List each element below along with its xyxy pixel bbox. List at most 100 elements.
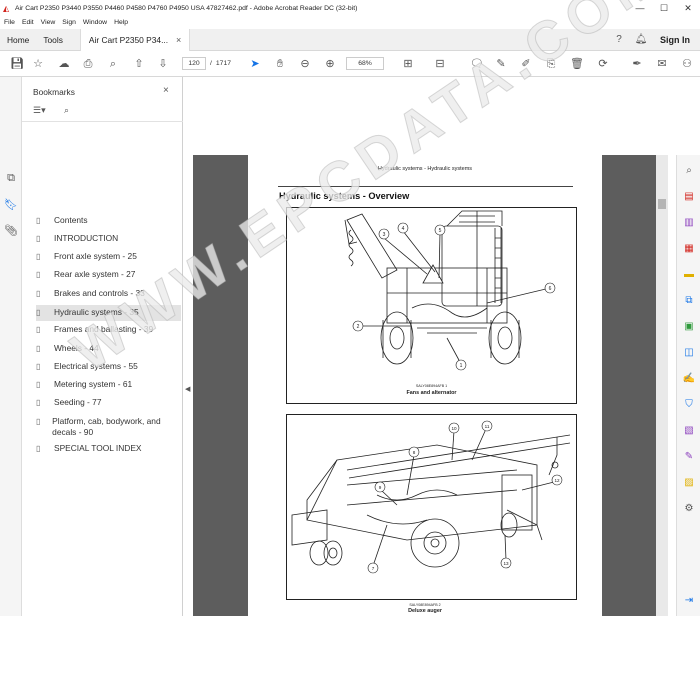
scan-ocr-icon[interactable]: ◫ (682, 347, 696, 358)
bookmark-item[interactable]: ▯ Metering system - 61 (36, 379, 181, 390)
page-number-input[interactable]: 120 (182, 57, 206, 70)
send-for-comments-icon[interactable]: ▨ (682, 477, 696, 488)
bookmark-icon: ▯ (36, 308, 41, 317)
page-running-header: Hydraulic systems - Hydraulic systems (377, 166, 473, 172)
menu-help[interactable]: Help (114, 19, 128, 26)
create-pdf-icon[interactable]: ▥ (682, 217, 696, 228)
select-cursor-icon[interactable]: ➤ (247, 56, 263, 72)
bookmark-item[interactable]: ▯ Wheels - 44 (36, 343, 181, 354)
bookmark-icon: ▯ (36, 444, 41, 453)
figure-fans-alternator: 3 4 5 6 2 1 SALY08E894AFB 1 Fans and alt… (286, 207, 577, 404)
edit-pdf-icon[interactable]: ▦ (682, 243, 696, 254)
rotate-icon[interactable]: ⟳ (595, 56, 611, 72)
menu-window[interactable]: Window (83, 19, 107, 26)
scroll-mode-icon[interactable]: ⊟ (432, 56, 448, 72)
export-pdf-icon[interactable]: ▤ (682, 191, 696, 202)
bookmark-options-icon[interactable]: ☰▾ (33, 105, 46, 116)
bookmark-item[interactable]: ▯ Electrical systems - 55 (36, 361, 181, 372)
highlight-pen-icon[interactable]: ✎ (493, 56, 509, 72)
bookmark-icon: ▯ (36, 380, 41, 389)
find-bookmark-icon[interactable]: ⌕ (64, 105, 69, 116)
tab-close-icon[interactable]: × (176, 29, 181, 51)
bookmarks-close-icon[interactable]: × (163, 85, 169, 96)
bookmark-item[interactable]: ▯ INTRODUCTION (36, 233, 181, 244)
hand-tool-icon[interactable]: ✋︎ (272, 56, 288, 72)
menu-sign[interactable]: Sign (62, 19, 76, 26)
maximize-button[interactable]: ☐ (652, 3, 676, 14)
left-navigation-rail: ⧉ 🔖︎ 📎︎ (0, 77, 22, 616)
organize-pages-icon[interactable]: ▣ (682, 321, 696, 332)
stamp-icon[interactable]: ⎘ (543, 56, 559, 72)
collapse-panel-arrow-icon[interactable]: ◀ (185, 385, 190, 393)
scrollbar-thumb[interactable] (658, 199, 666, 209)
bookmarks-panel-icon[interactable]: 🔖︎ (4, 198, 18, 211)
search-icon[interactable]: ⌕ (682, 165, 696, 176)
deluxe-auger-illustration: 10 11 8 9 12 13 7 (291, 420, 571, 574)
prepare-form-icon[interactable]: ▧ (682, 425, 696, 436)
comment-tool-icon[interactable]: ▬ (682, 269, 696, 280)
bookmark-item[interactable]: ▯ Frames and ballasting - 39 (36, 324, 181, 335)
bookmark-icon: ▯ (36, 344, 41, 353)
bookmark-item[interactable]: ▯ SPECIAL TOOL INDEX (36, 443, 181, 454)
page-down-icon[interactable]: ⇩ (155, 56, 171, 72)
callout-11: 11 (485, 424, 490, 429)
combine-files-icon[interactable]: ⧉ (682, 295, 696, 306)
zoom-level-select[interactable]: 68% (346, 57, 384, 70)
bookmark-star-icon[interactable]: ☆ (30, 56, 46, 72)
bookmark-label: Hydraulic systems - 35 (54, 307, 139, 317)
more-tools-icon[interactable]: ⚙ (682, 503, 696, 514)
notifications-bell-icon[interactable]: 🔔︎ (630, 34, 652, 45)
fit-page-icon[interactable]: ⊞ (400, 56, 416, 72)
bookmark-icon: ▯ (36, 252, 41, 261)
save-icon[interactable]: 💾︎ (9, 56, 25, 72)
sign-in-button[interactable]: Sign In (660, 35, 690, 45)
vertical-scrollbar[interactable] (656, 155, 668, 616)
bookmark-label: Front axle system - 25 (54, 251, 137, 261)
bookmark-icon: ▯ (36, 398, 41, 407)
page-number-separator: / (210, 60, 212, 67)
fill-sign-icon[interactable]: ✒ (629, 56, 645, 72)
tab-document[interactable]: Air Cart P2350 P34... × (79, 28, 191, 51)
tab-bar-right: ? 🔔︎ Sign In (608, 34, 700, 45)
page-up-icon[interactable]: ⇧ (131, 56, 147, 72)
bookmark-label: Rear axle system - 27 (54, 269, 136, 279)
print-icon[interactable]: ⎙ (80, 56, 96, 72)
close-window-button[interactable]: ✕ (676, 3, 700, 14)
comment-icon[interactable]: 🗨︎ (469, 56, 485, 72)
help-icon[interactable]: ? (608, 34, 630, 45)
draw-icon[interactable]: ✐ (518, 56, 534, 72)
callout-1: 1 (460, 363, 463, 369)
request-signature-icon[interactable]: ✎ (682, 451, 696, 462)
fill-and-sign-icon[interactable]: ✍ (682, 373, 696, 384)
menu-edit[interactable]: Edit (22, 19, 34, 26)
tab-bar: Home Tools Air Cart P2350 P34... × ? 🔔︎ … (0, 28, 700, 51)
page-thumbnails-icon[interactable]: ⧉ (4, 172, 18, 185)
bookmark-item[interactable]: ▯ Platform, cab, bodywork, and decals - 9… (36, 416, 176, 438)
tab-tools[interactable]: Tools (36, 29, 70, 51)
bookmark-icon: ▯ (36, 289, 41, 298)
zoom-in-icon[interactable]: ⊕ (322, 56, 338, 72)
upload-cloud-icon[interactable]: ☁ (56, 56, 72, 72)
zoom-out-icon[interactable]: ⊖ (297, 56, 313, 72)
expand-panel-arrow-icon[interactable]: ⇥ (682, 595, 696, 606)
tab-home[interactable]: Home (0, 29, 36, 51)
delete-icon[interactable]: 🗑︎ (569, 56, 585, 72)
attachments-clip-icon[interactable]: 📎︎ (4, 224, 18, 237)
bookmark-item[interactable]: ▯ Brakes and controls - 33 (36, 288, 181, 299)
bookmark-label: Platform, cab, bodywork, and decals - 90 (52, 416, 161, 437)
bookmark-item[interactable]: ▯ Rear axle system - 27 (36, 269, 181, 280)
bookmark-item-selected[interactable]: ▯ Hydraulic systems - 35 (36, 305, 181, 321)
window-title-bar: ◭ Air Cart P2350 P3440 P3550 P4460 P4580… (0, 0, 700, 16)
menu-view[interactable]: View (41, 19, 56, 26)
find-icon[interactable]: ⌕ (105, 56, 121, 72)
bookmark-item[interactable]: ▯ Seeding - 77 (36, 397, 181, 408)
menu-file[interactable]: File (4, 19, 15, 26)
bookmark-item[interactable]: ▯ Contents (36, 215, 181, 226)
bookmark-item[interactable]: ▯ Front axle system - 25 (36, 251, 181, 262)
minimize-button[interactable]: — (628, 3, 652, 13)
email-icon[interactable]: ✉ (654, 56, 670, 72)
bookmark-label: Contents (54, 215, 88, 225)
share-link-icon[interactable]: ⚇ (679, 56, 695, 72)
window-title: Air Cart P2350 P3440 P3550 P4460 P4580 P… (15, 4, 358, 12)
protect-shield-icon[interactable]: ⛉ (682, 399, 696, 410)
